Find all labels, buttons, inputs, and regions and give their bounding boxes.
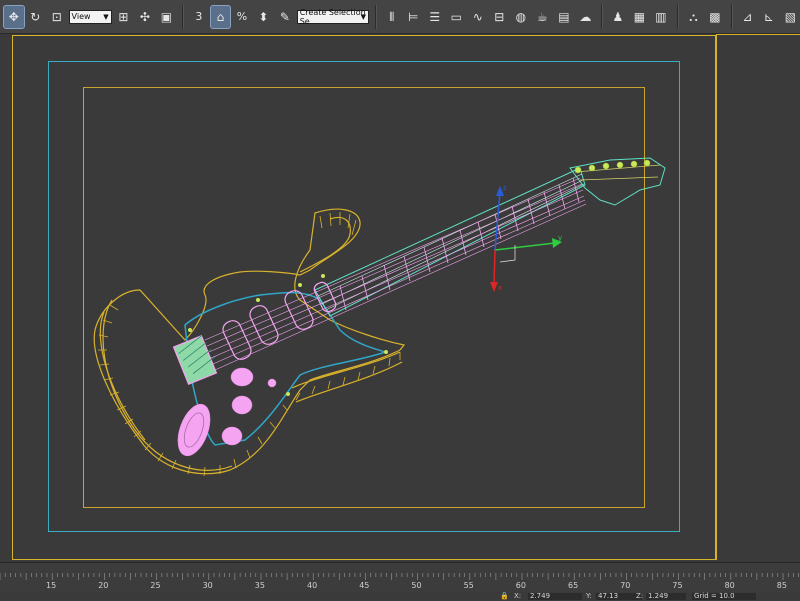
y-coord-label: Y: — [586, 592, 592, 600]
frame-tick-label: 65 — [568, 581, 578, 590]
control-knobs — [221, 367, 277, 446]
output-jack — [177, 403, 211, 457]
frame-tick-label: 25 — [150, 581, 160, 590]
lock-icon[interactable]: 🔒 — [500, 592, 509, 600]
axis-z-label: z — [503, 184, 507, 192]
x-coord-field[interactable]: 2.749 — [528, 593, 582, 600]
frame-tick-label: 70 — [620, 581, 630, 590]
frame-tick-label: 40 — [307, 581, 317, 590]
frame-tick-label: 35 — [255, 581, 265, 590]
axis-y-label: y — [558, 234, 562, 242]
frame-tick-label: 45 — [359, 581, 369, 590]
frame-tick-label: 20 — [98, 581, 108, 590]
frame-tick-label: 85 — [777, 581, 787, 590]
axis-x-label: x — [498, 284, 502, 292]
frame-tick-label: 50 — [411, 581, 421, 590]
bridge — [172, 335, 218, 385]
z-coord-label: Z: — [636, 592, 644, 600]
x-coord-label: X: — [514, 592, 522, 600]
frame-tick-label: 80 — [725, 581, 735, 590]
frame-tick-label: 55 — [464, 581, 474, 590]
z-coord-field[interactable]: 1.249 — [646, 593, 686, 600]
frame-ruler[interactable]: 15202530354045505560657075808590 — [0, 567, 800, 591]
frame-tick-label: 30 — [203, 581, 213, 590]
grid-size-readout: Grid = 10.0 — [692, 593, 756, 600]
frame-tick-label: 15 — [46, 581, 56, 590]
guitar-wireframe[interactable]: y z x — [0, 0, 800, 600]
frame-tick-label: 75 — [672, 581, 682, 590]
frame-tick-label: 60 — [516, 581, 526, 590]
